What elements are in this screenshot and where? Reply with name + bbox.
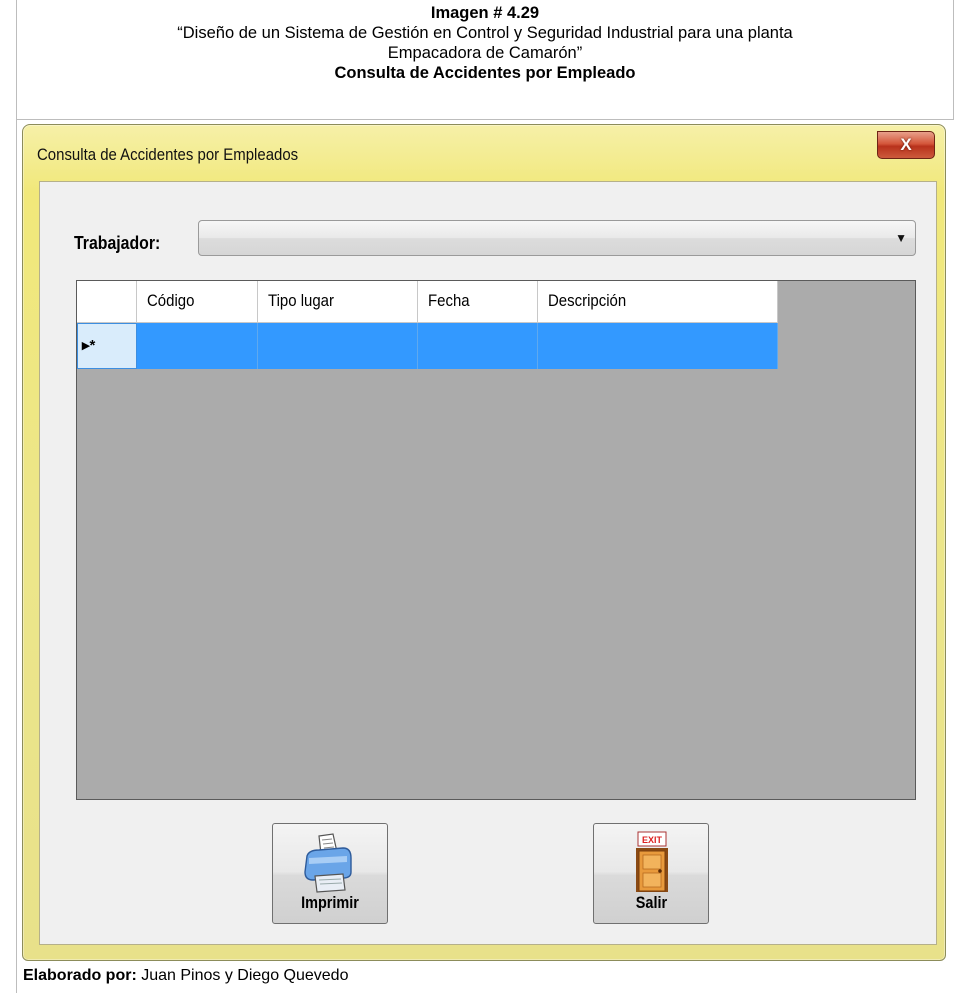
accidents-grid[interactable]: Código Tipo lugar Fecha Descripción ▸* (76, 280, 916, 800)
figure-caption: Imagen # 4.29 “Diseño de un Sistema de G… (16, 0, 954, 120)
table-row[interactable]: ▸* (77, 323, 778, 369)
window-title: Consulta de Accidentes por Empleados (37, 145, 299, 164)
printer-icon (304, 833, 352, 893)
column-header-descripcion[interactable]: Descripción (538, 281, 778, 323)
column-header-fecha[interactable]: Fecha (418, 281, 538, 323)
caption-thesis-title-cont: Empacadora de Camarón” (387, 44, 583, 62)
close-button[interactable]: X (877, 131, 935, 159)
trabajador-label: Trabajador: (74, 233, 161, 253)
trabajador-combobox[interactable]: ▼ (198, 220, 916, 256)
new-row-indicator[interactable]: ▸* (77, 323, 137, 369)
footer-authors: Juan Pinos y Diego Quevedo (136, 967, 349, 984)
cell-descripcion[interactable] (538, 323, 778, 369)
caption-thesis-title: “Diseño de un Sistema de Gestión en Cont… (177, 24, 793, 42)
exit-sign-label: EXIT (642, 835, 663, 845)
chevron-down-icon[interactable]: ▼ (895, 231, 907, 245)
imprimir-button[interactable]: Imprimir (272, 823, 388, 924)
column-header-codigo[interactable]: Código (137, 281, 258, 323)
client-area: Trabajador: ▼ Código Tipo lugar Fecha De… (39, 181, 937, 945)
cell-fecha[interactable] (418, 323, 538, 369)
column-header-tipo-lugar[interactable]: Tipo lugar (258, 281, 418, 323)
cell-codigo[interactable] (137, 323, 258, 369)
grid-header-row: Código Tipo lugar Fecha Descripción (77, 281, 778, 323)
salir-label: Salir (635, 893, 667, 912)
footer-label: Elaborado por: (23, 967, 137, 984)
grid-corner-header (77, 281, 137, 323)
caption-figure-title: Consulta de Accidentes por Empleado (334, 64, 636, 82)
salir-button[interactable]: EXIT Salir (593, 823, 709, 924)
imprimir-label: Imprimir (301, 893, 359, 912)
exit-door-icon: EXIT (636, 831, 668, 892)
figure-footer: Elaborado por: Juan Pinos y Diego Queved… (16, 963, 956, 993)
cell-tipo-lugar[interactable] (258, 323, 418, 369)
caption-figure-number: Imagen # 4.29 (430, 4, 540, 22)
dialog-window: Consulta de Accidentes por Empleados X T… (22, 124, 946, 961)
